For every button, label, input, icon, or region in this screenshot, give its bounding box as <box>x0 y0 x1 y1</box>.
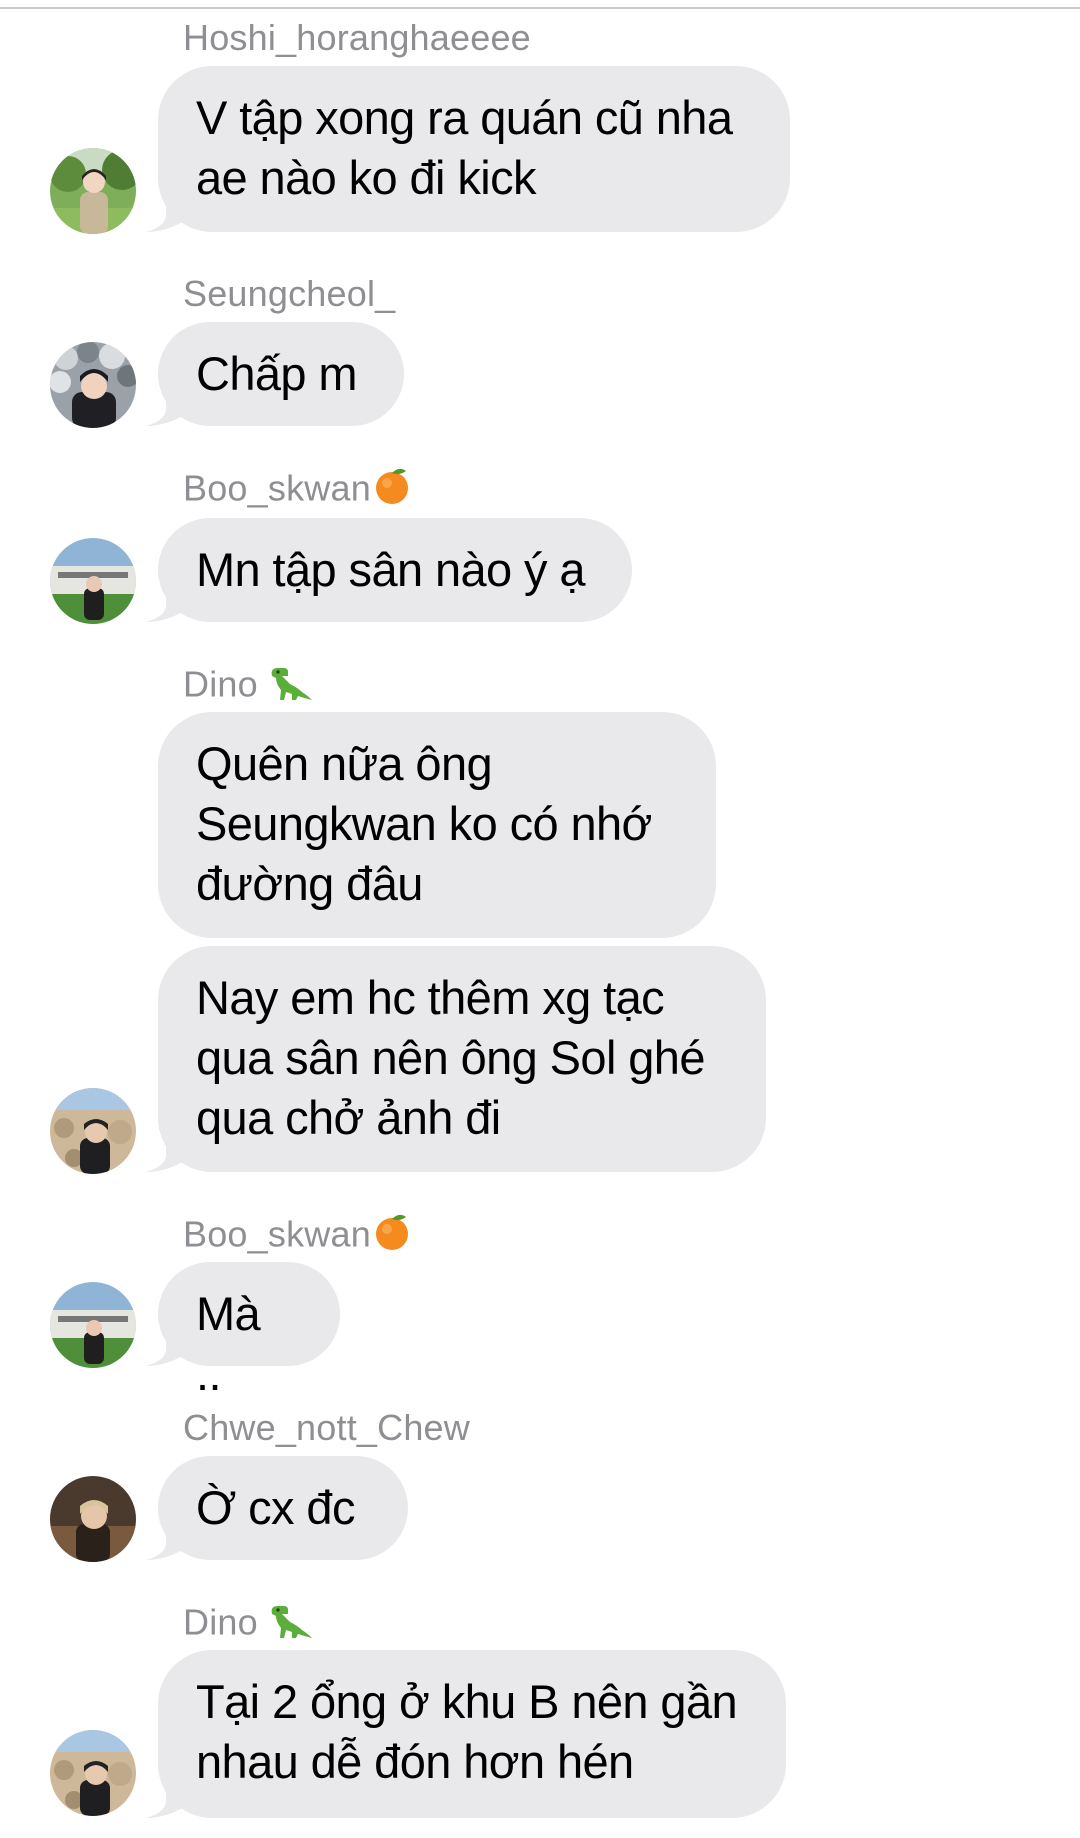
message-bubble[interactable]: Quên nữa ông Seungkwan ko có nhớ đường đ… <box>158 712 716 938</box>
bubble-tail <box>146 1778 186 1818</box>
message-bubble[interactable]: Mn tập sân nào ý ạ <box>146 518 632 622</box>
avatar-rocks-icon[interactable] <box>50 1088 136 1174</box>
message-bubble[interactable]: V tập xong ra quán cũ nha ae nào ko đi k… <box>146 66 790 232</box>
bubble-tail <box>146 386 186 426</box>
message-text: Nay em hc thêm xg tạc qua sân nên ông So… <box>196 971 705 1144</box>
sender-name: Dino <box>183 662 314 712</box>
avatar-rocks-icon[interactable] <box>50 1730 136 1816</box>
message-text: Mà .. <box>196 1287 261 1400</box>
sender-name: Dino <box>183 1600 314 1650</box>
bubble-tail <box>146 1326 186 1366</box>
message-text: Tại 2 ổng ở khu B nên gần nhau dễ đón hơ… <box>196 1675 738 1788</box>
sender-name: Boo_skwan <box>183 466 411 516</box>
orange-emoji-icon <box>373 466 411 516</box>
message-text: Chấp m <box>196 347 358 400</box>
sender-name: Seungcheol_ <box>183 273 396 314</box>
bubble-tail <box>146 1132 186 1172</box>
avatar-dark-icon[interactable] <box>50 1476 136 1562</box>
message-text: Mn tập sân nào ý ạ <box>196 543 586 596</box>
message-text: Ờ cx đc <box>196 1481 355 1534</box>
sender-name-text: Dino <box>183 663 258 705</box>
dinosaur-emoji-icon <box>268 662 314 712</box>
dinosaur-emoji-icon <box>268 1600 314 1650</box>
bubble-tail <box>146 1520 186 1560</box>
avatar-sign-icon[interactable] <box>50 1282 136 1368</box>
sender-name: Hoshi_horanghaeeee <box>183 17 531 58</box>
message-bubble[interactable]: Mà .. <box>146 1262 340 1400</box>
message-bubble[interactable]: Nay em hc thêm xg tạc qua sân nên ông So… <box>146 946 766 1172</box>
sender-name-text: Boo_skwan <box>183 467 371 509</box>
bubble-tail <box>146 582 186 622</box>
avatar-park-icon[interactable] <box>50 148 136 234</box>
sender-name: Chwe_nott_Chew <box>183 1407 470 1448</box>
orange-emoji-icon <box>373 1212 411 1262</box>
sender-name-text: Dino <box>183 1601 258 1643</box>
bubble-tail <box>146 192 186 232</box>
message-text: Quên nữa ông Seungkwan ko có nhớ đường đ… <box>196 737 652 910</box>
avatar-sign-icon[interactable] <box>50 538 136 624</box>
sender-name: Boo_skwan <box>183 1212 411 1262</box>
avatar-balloons-icon[interactable] <box>50 342 136 428</box>
message-text: V tập xong ra quán cũ nha ae nào ko đi k… <box>196 91 733 204</box>
sender-name-text: Boo_skwan <box>183 1213 371 1255</box>
top-divider <box>0 7 1080 9</box>
message-bubble[interactable]: Ờ cx đc <box>146 1456 408 1560</box>
message-bubble[interactable]: Chấp m <box>146 322 404 426</box>
message-bubble[interactable]: Tại 2 ổng ở khu B nên gần nhau dễ đón hơ… <box>146 1650 786 1818</box>
